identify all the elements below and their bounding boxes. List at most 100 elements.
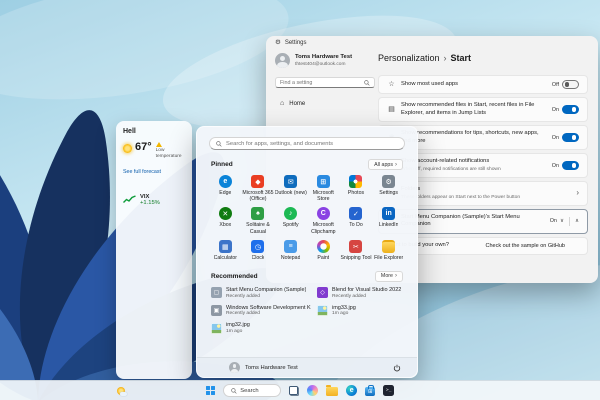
settings-titlebar: ⚙ Settings [266,36,598,50]
home-icon: ⌂ [280,100,285,107]
image-thumbnail-icon [317,305,328,317]
pinned-app-settings[interactable]: ⚙ Settings [372,175,405,202]
pinned-app-clock[interactable]: ◷ Clock [242,240,275,261]
pinned-app-spotify[interactable]: ♪ Spotify [274,207,307,235]
spotify-icon: ♪ [284,207,298,221]
all-apps-button[interactable]: All apps › [368,159,403,170]
weather-temperature: 67° [135,141,152,153]
pinned-apps-grid: e Edge ◆ Microsoft 365 (Office) ✉ Outloo… [209,175,405,262]
toggle-show-recommendations[interactable] [562,133,579,143]
snipping-tool-icon: ✂ [349,240,363,254]
weather-widget[interactable]: 67° Low temperature See full forecast [123,142,185,178]
pinned-app-notepad[interactable]: ≡ Notepad [274,240,307,261]
breadcrumb-personalization[interactable]: Personalization [378,53,440,63]
setting-title: Folders [401,186,571,194]
widgets-button[interactable] [112,384,130,398]
image-thumbnail-icon [211,322,222,334]
toggle-state-label: On [551,134,559,141]
calculator-icon: ▦ [218,240,232,254]
breadcrumb: Personalization › Start [378,53,588,63]
pinned-app-paint[interactable]: Paint [307,240,340,261]
settings-search-input[interactable] [280,79,364,86]
finance-widget[interactable]: VIX +1.15% [123,194,185,206]
control-divider [568,216,570,226]
power-button[interactable] [391,362,403,374]
file-explorer-button[interactable] [326,384,339,396]
app-window-icon: ▢ [211,287,222,299]
setting-title: Show most used apps [401,80,459,87]
file-explorer-icon [382,240,396,254]
solitaire-icon: ♠ [251,207,265,221]
to-do-icon: ✓ [349,207,363,221]
setting-title: Show recommendations for tips, shortcuts… [401,130,539,144]
pinned-app-outlook[interactable]: ✉ Outlook (new) [274,175,307,202]
start-search-box[interactable] [209,137,405,150]
pinned-app-linkedin[interactable]: in LinkedIn [372,207,405,235]
chevron-up-icon[interactable]: ∧ [575,218,579,225]
sidebar-item-home[interactable]: ⌂ Home [275,97,375,110]
pinned-app-calculator[interactable]: ▦ Calculator [209,240,242,261]
setting-row-show-recommended-files[interactable]: ▤ Show recommended files in Start, recen… [378,97,588,123]
recommended-item-img33[interactable]: img33.jpg 1m ago [317,305,403,317]
pinned-section-label: Pinned [211,161,233,168]
recommended-item-windows-sdk[interactable]: ▣ Windows Software Development Kit Recen… [211,305,311,317]
pinned-app-clipchamp[interactable]: C Microsoft Clipchamp [307,207,340,235]
recommended-item-companion-sample[interactable]: ▢ Start Menu Companion (Sample) Recently… [211,287,311,299]
edge-icon: e [218,175,232,188]
recommended-item-img32[interactable]: img32.jpg 1m ago [211,322,311,334]
pinned-app-xbox[interactable]: ✕ Xbox [209,207,242,235]
pinned-app-photos[interactable]: Photos [340,175,373,202]
taskbar-search[interactable]: Search [223,384,282,397]
store-button[interactable]: ⊞ [365,384,376,396]
setting-row-show-most-used-apps[interactable]: ☆ Show most used apps Off [378,75,588,94]
pinned-app-to-do[interactable]: ✓ To Do [340,207,373,235]
pinned-app-snipping-tool[interactable]: ✂ Snipping Tool [340,240,373,261]
task-view-button[interactable] [289,385,300,396]
toggle-state-label: On [551,162,559,169]
terminal-button[interactable]: >_ [383,385,395,396]
weather-alert: Low temperature [155,148,182,159]
start-search-input[interactable] [226,140,398,147]
setting-title: Start Menu Companion (Sample)'s Start Me… [401,213,520,228]
pinned-app-edge[interactable]: e Edge [209,175,242,202]
setting-subtitle: These folders appear on Start next to th… [401,194,521,200]
github-sample-link[interactable]: Check out the sample on GitHub [486,243,580,249]
start-button[interactable] [205,385,216,396]
search-icon [231,387,237,394]
settings-search[interactable] [275,77,375,88]
xbox-icon: ✕ [218,207,232,221]
forecast-link[interactable]: See full forecast [123,169,161,175]
pinned-app-file-explorer[interactable]: File Explorer [372,240,405,261]
stock-change: +1.15% [140,199,160,206]
window-title: Settings [284,40,307,46]
desktop: Hell 67° Low temperature See full foreca… [0,0,600,400]
toggle-show-most-used-apps[interactable] [562,80,579,89]
search-icon [364,79,370,86]
dropdown-value: On [549,218,557,225]
store-icon: ⊞ [316,175,330,188]
account-profile[interactable]: Toms Hardware Test thtest404@outlook.com [275,53,375,68]
visual-studio-icon: ◇ [317,287,328,299]
pinned-app-solitaire[interactable]: ♠ Solitaire & Casual Games [242,207,275,235]
toggle-account-notifications[interactable] [562,161,579,171]
pinned-app-microsoft-365[interactable]: ◆ Microsoft 365 (Office) [242,175,275,202]
more-button[interactable]: More › [374,270,403,282]
avatar [229,362,240,373]
chevron-down-icon[interactable]: ∨ [560,218,564,225]
copilot-button[interactable] [307,385,319,396]
power-icon [393,364,401,371]
sun-icon [123,144,132,153]
sdk-box-icon: ▣ [211,305,222,317]
notepad-icon: ≡ [284,240,298,254]
user-name: Toms Hardware Test [245,364,298,371]
chevron-right-icon: › [576,188,579,198]
recommended-item-blend-vs2022[interactable]: ◇ Blend for Visual Studio 2022 Recently … [317,287,403,299]
photos-icon [349,175,363,188]
toggle-show-recommended-files[interactable] [562,105,579,115]
edge-button[interactable]: e [346,385,358,396]
setting-title: Show recommended files in Start, recent … [401,102,535,116]
document-icon: ▤ [388,106,395,114]
widgets-greeting: Hell [123,128,136,135]
pinned-app-microsoft-store[interactable]: ⊞ Microsoft Store [307,175,340,202]
user-profile-button[interactable]: Toms Hardware Test [229,362,298,373]
